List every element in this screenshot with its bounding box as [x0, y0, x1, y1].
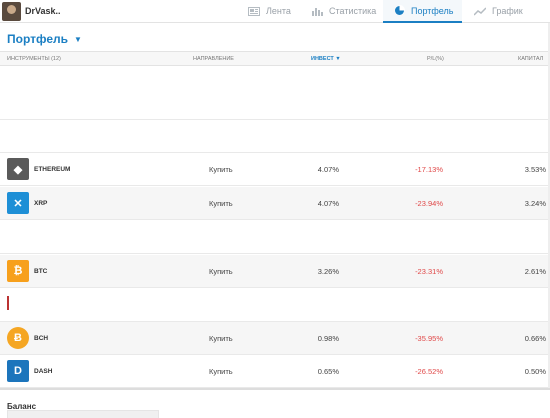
profit-loss: -35.95% [415, 334, 443, 343]
invest: 0.98% [317, 334, 339, 343]
capital: 2.61% [524, 267, 546, 276]
avatar[interactable] [2, 1, 21, 21]
username[interactable]: DrVask.. [25, 6, 61, 16]
dash-icon: D [7, 360, 29, 382]
capital: 3.24% [524, 199, 546, 208]
table-row-empty [0, 221, 550, 254]
sort-desc-icon: ▼ [335, 56, 341, 62]
coin-glyph: D [14, 365, 22, 377]
top-bar: DrVask.. Лента Статистика Портфель Графи… [0, 0, 550, 23]
divider [0, 388, 550, 390]
coin-glyph: Ƀ [14, 332, 22, 344]
table-row-empty [0, 66, 550, 120]
capital: 3.53% [524, 165, 546, 174]
invest: 4.07% [317, 165, 339, 174]
header-invest-label: ИНВЕСТ [311, 56, 334, 62]
bitcoin-cash-icon: Ƀ [7, 327, 29, 349]
header-pl[interactable]: P/L(%) [427, 56, 444, 62]
profit-loss: -17.13% [415, 165, 443, 174]
tab-statistics-label: Статистика [329, 6, 377, 16]
tab-portfolio[interactable]: Портфель [383, 0, 462, 23]
balance-panel [7, 410, 159, 418]
table-row[interactable]: ₿ BTC Купить 3.26% -23.31% 2.61% [0, 255, 550, 288]
table-row-empty [0, 289, 550, 322]
invest: 0.65% [317, 367, 339, 376]
direction: Купить [209, 165, 233, 174]
table-row[interactable]: ◆ ETHEREUM Купить 4.07% -17.13% 3.53% [0, 153, 550, 186]
capital: 0.66% [524, 334, 546, 343]
coin-glyph: ✕ [13, 197, 23, 210]
table-header: ИНСТРУМЕНТЫ (12) НАПРАВЛЕНИЕ ИНВЕСТ ▼ P/… [0, 52, 550, 66]
table-row[interactable]: ✕ XRP Купить 4.07% -23.94% 3.24% [0, 187, 550, 220]
instrument-name: BTC [34, 268, 48, 275]
direction: Купить [209, 367, 233, 376]
tab-statistics[interactable]: Статистика [312, 0, 376, 22]
invest: 4.07% [317, 199, 339, 208]
chevron-down-icon: ▼ [74, 34, 82, 44]
line-chart-icon [474, 6, 486, 16]
profit-loss: -23.94% [415, 199, 443, 208]
header-direction[interactable]: НАПРАВЛЕНИЕ [193, 56, 234, 62]
instrument-name: BCH [34, 335, 49, 342]
tab-chart-label: График [492, 6, 523, 16]
profit-loss: -26.52% [415, 367, 443, 376]
pie-chart-icon [395, 5, 405, 15]
bitcoin-icon: ₿ [7, 260, 29, 282]
news-icon [248, 6, 260, 16]
coin-glyph: ₿ [13, 265, 23, 277]
header-invest[interactable]: ИНВЕСТ ▼ [311, 56, 341, 62]
capital: 0.50% [524, 367, 546, 376]
ethereum-icon: ◆ [7, 158, 29, 180]
instrument-name: XRP [34, 200, 48, 207]
table-row[interactable]: Ƀ BCH Купить 0.98% -35.95% 0.66% [0, 322, 550, 355]
profit-loss: -23.31% [415, 267, 443, 276]
tab-portfolio-label: Портфель [411, 5, 454, 16]
invest: 3.26% [317, 267, 339, 276]
portfolio-dropdown[interactable]: Портфель ▼ [7, 32, 82, 46]
direction: Купить [209, 334, 233, 343]
coin-glyph: ◆ [13, 163, 23, 176]
tab-feed[interactable]: Лента [248, 0, 291, 22]
direction: Купить [209, 267, 233, 276]
tab-chart[interactable]: График [474, 0, 523, 22]
xrp-icon: ✕ [7, 192, 29, 214]
header-instruments[interactable]: ИНСТРУМЕНТЫ (12) [7, 56, 61, 62]
tab-feed-label: Лента [266, 6, 291, 16]
direction: Купить [209, 199, 233, 208]
table-row[interactable]: D DASH Купить 0.65% -26.52% 0.50% [0, 355, 550, 388]
page-title: Портфель [7, 32, 69, 46]
row-marker [7, 296, 9, 310]
instrument-name: DASH [34, 368, 53, 375]
user-profile[interactable]: DrVask.. [0, 0, 61, 22]
instrument-name: ETHEREUM [34, 166, 71, 173]
stats-icon [312, 7, 323, 16]
header-capital[interactable]: КАПИТАЛ [518, 56, 543, 62]
table-row-empty [0, 120, 550, 153]
